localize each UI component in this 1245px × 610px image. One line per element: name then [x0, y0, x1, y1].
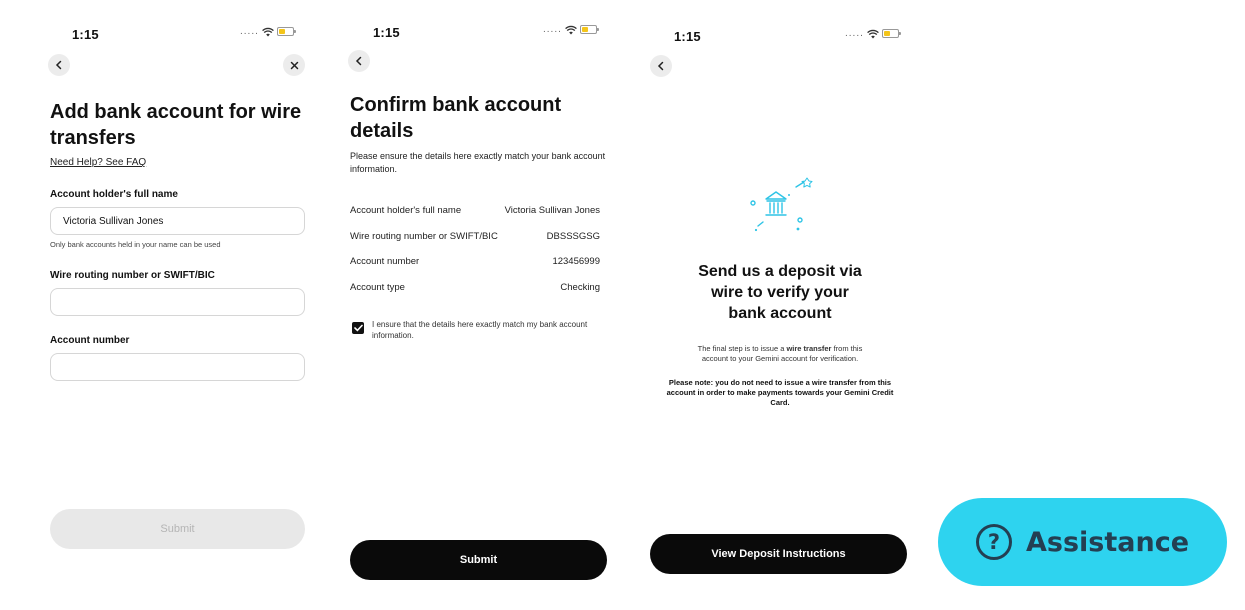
chevron-left-icon	[657, 61, 664, 71]
back-button[interactable]	[348, 50, 370, 72]
deposit-note: Please note: you do not need to issue a …	[666, 378, 894, 407]
account-number-label: Account number	[50, 335, 130, 346]
detail-value: DBSSSGSG	[546, 231, 600, 242]
faq-link[interactable]: Need Help? See FAQ	[50, 157, 146, 168]
confirm-description: Please ensure the details here exactly m…	[350, 151, 606, 174]
routing-label: Wire routing number or SWIFT/BIC	[50, 270, 215, 281]
status-icons: .....	[543, 24, 599, 35]
wifi-icon	[262, 27, 274, 36]
signal-icon: .....	[240, 26, 259, 37]
page-title: Add bank account for wire transfers	[50, 101, 302, 149]
submit-button[interactable]: Submit	[350, 540, 607, 580]
bank-icon	[750, 177, 813, 232]
status-time: 1:15	[373, 25, 400, 40]
chevron-left-icon	[355, 56, 362, 66]
detail-label: Account number	[350, 256, 420, 267]
confirm-checkbox[interactable]	[352, 322, 364, 334]
battery-icon	[276, 27, 296, 36]
battery-icon	[881, 29, 901, 38]
detail-label: Wire routing number or SWIFT/BIC	[350, 231, 498, 242]
detail-row-account-number: Account number 123456999	[350, 256, 600, 267]
add-bank-account-screen: 1:15 ..... Add bank account for wire tra…	[40, 0, 320, 610]
submit-button-disabled[interactable]: Submit	[50, 509, 305, 549]
account-number-input[interactable]	[50, 353, 305, 381]
wifi-icon	[867, 29, 879, 38]
detail-value: Checking	[560, 282, 600, 293]
detail-label: Account type	[350, 282, 405, 293]
detail-label: Account holder's full name	[350, 205, 462, 216]
back-button[interactable]	[48, 54, 70, 76]
checkmark-icon	[353, 324, 363, 332]
confirm-checkbox-label: I ensure that the details here exactly m…	[372, 320, 588, 340]
chevron-left-icon	[55, 60, 62, 70]
deposit-body: The final step is to issue a wire transf…	[640, 344, 920, 364]
detail-row-holder: Account holder's full name Victoria Sull…	[350, 205, 600, 216]
deposit-title: Send us a deposit via wire to verify you…	[698, 263, 862, 322]
deposit-body-text: The final step is to issue a	[697, 344, 787, 353]
status-icons: .....	[240, 26, 296, 37]
assistance-label: Assistance	[1025, 526, 1190, 558]
detail-row-account-type: Account type Checking	[350, 282, 600, 293]
confirm-bank-details-screen: 1:15 ..... Confirm bank account details …	[340, 0, 620, 610]
detail-value: Victoria Sullivan Jones	[504, 205, 600, 216]
page-title: Confirm bank account details	[350, 94, 562, 142]
detail-row-routing: Wire routing number or SWIFT/BIC DBSSSGS…	[350, 231, 600, 242]
question-circle-icon: ?	[975, 524, 1012, 560]
detail-value: 123456999	[552, 256, 600, 267]
status-time: 1:15	[674, 29, 701, 44]
back-button[interactable]	[650, 55, 672, 77]
signal-icon: .....	[543, 24, 562, 35]
close-icon	[290, 61, 298, 69]
holder-name-hint: Only bank accounts held in your name can…	[50, 240, 221, 249]
holder-name-label: Account holder's full name	[50, 189, 178, 200]
signal-icon: .....	[845, 28, 864, 39]
deposit-verification-screen: 1:15 ..... Send us a deposit via wire to…	[640, 0, 920, 610]
close-button[interactable]	[283, 54, 305, 76]
battery-icon	[579, 25, 599, 34]
view-deposit-instructions-button[interactable]: View Deposit Instructions	[650, 534, 907, 574]
assistance-button[interactable]: ? Assistance	[938, 498, 1227, 586]
status-icons: .....	[845, 28, 901, 39]
status-time: 1:15	[72, 27, 99, 42]
holder-name-input[interactable]: Victoria Sullivan Jones	[50, 207, 305, 235]
routing-input[interactable]	[50, 288, 305, 316]
wifi-icon	[565, 25, 577, 34]
deposit-body-emphasis: wire transfer	[786, 344, 832, 353]
